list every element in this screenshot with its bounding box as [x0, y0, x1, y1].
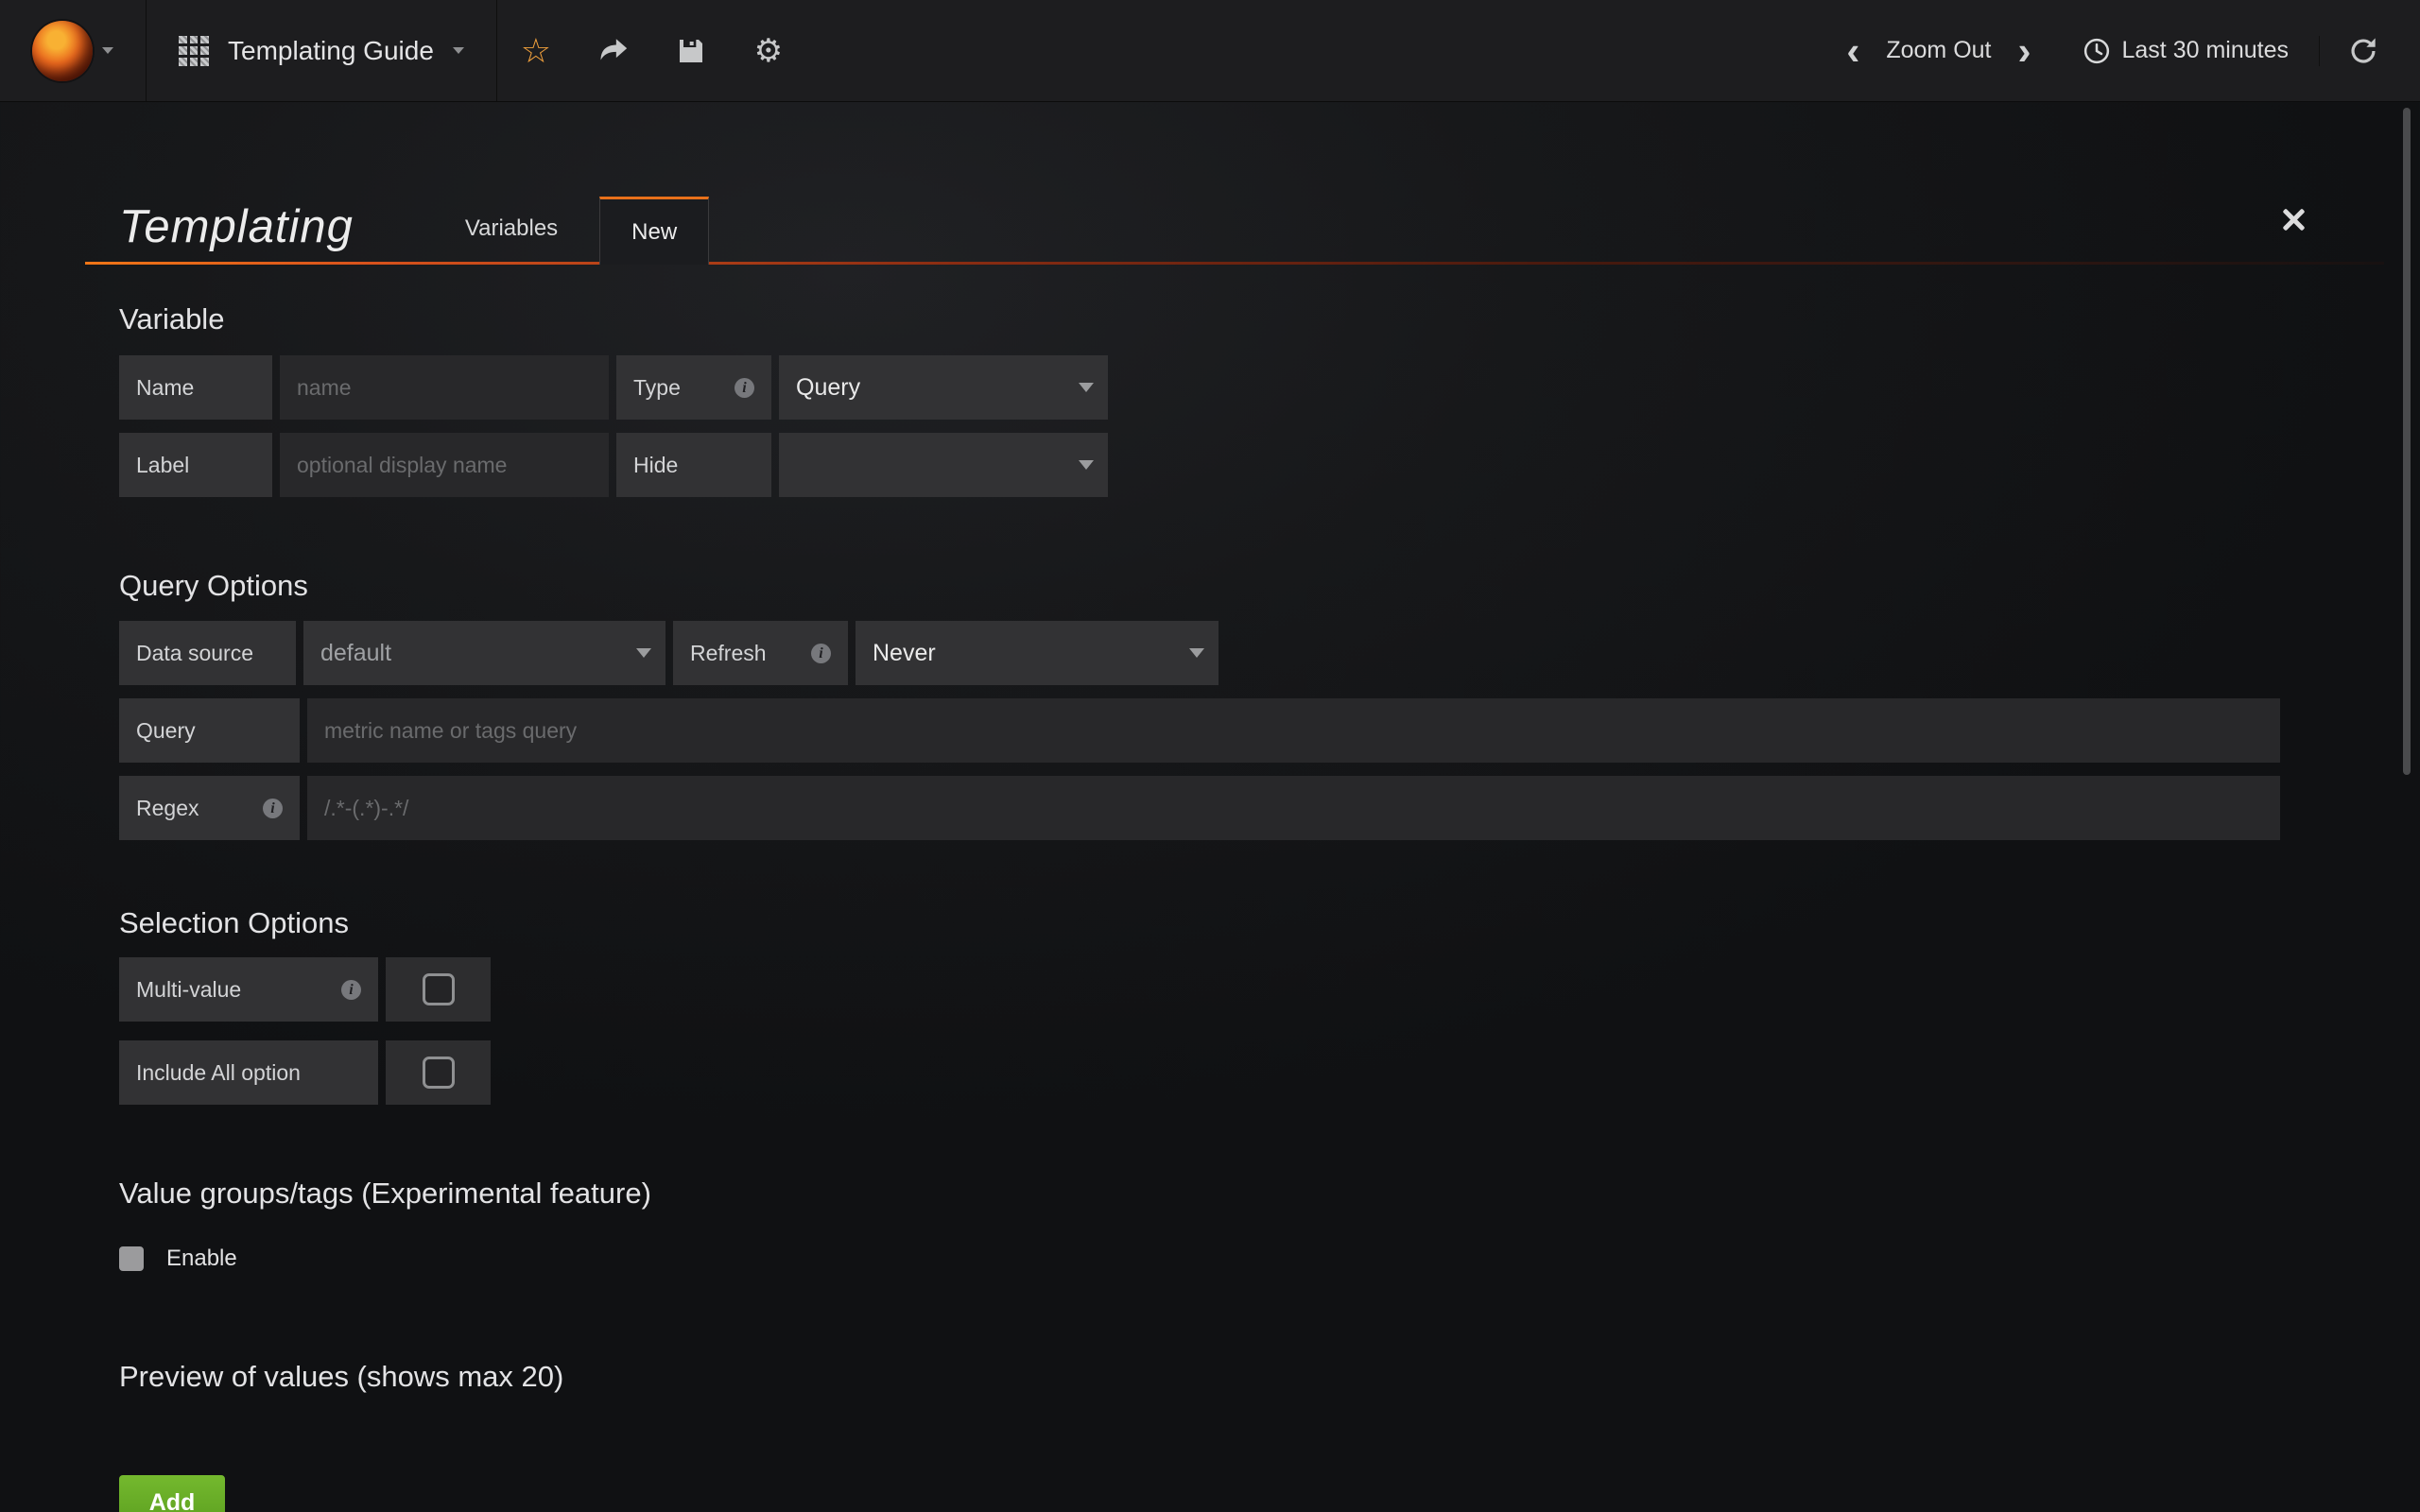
data-source-select-value: default — [320, 640, 391, 667]
include-all-label: Include All option — [119, 1040, 378, 1105]
share-icon — [597, 35, 630, 67]
label-label: Label — [119, 433, 272, 497]
templating-page: Templating Variables New Variable Name T… — [0, 189, 2420, 1512]
info-icon[interactable]: i — [341, 980, 361, 1000]
label-input[interactable] — [280, 433, 609, 497]
time-back-button[interactable]: ‹ — [1827, 31, 1878, 71]
multi-value-label-text: Multi-value — [136, 977, 241, 1003]
preview-heading: Preview of values (shows max 20) — [119, 1360, 2384, 1394]
navbar: Templating Guide ☆ ⚙ ‹ Zoom Out › Last 3… — [0, 0, 2420, 102]
regex-label-text: Regex — [136, 796, 199, 821]
add-button[interactable]: Add — [119, 1475, 225, 1512]
type-select[interactable]: Query — [779, 355, 1108, 420]
type-label: Type i — [616, 355, 771, 420]
value-groups-heading: Value groups/tags (Experimental feature) — [119, 1177, 2384, 1211]
enable-label: Enable — [166, 1246, 237, 1272]
tab-new[interactable]: New — [599, 197, 709, 265]
page-title: Templating — [119, 200, 354, 265]
refresh-label: Refresh i — [673, 621, 848, 685]
data-source-select[interactable]: default — [303, 621, 666, 685]
save-dashboard-button[interactable] — [652, 0, 730, 101]
multi-value-checkbox-cell — [386, 957, 491, 1022]
chevron-left-icon: ‹ — [1846, 28, 1859, 73]
refresh-select[interactable]: Never — [856, 621, 1219, 685]
templating-header: Templating Variables New — [85, 189, 2384, 265]
regex-label: Regex i — [119, 776, 300, 840]
query-input[interactable] — [307, 698, 2280, 763]
info-icon[interactable]: i — [735, 378, 754, 398]
grafana-menu-button[interactable] — [0, 0, 147, 101]
refresh-select-value: Never — [873, 640, 936, 667]
gear-icon: ⚙ — [754, 35, 783, 67]
chevron-down-icon — [1079, 383, 1094, 392]
enable-row: Enable — [119, 1246, 2384, 1271]
time-forward-button[interactable]: › — [1999, 31, 2050, 71]
type-select-value: Query — [796, 374, 860, 402]
star-icon: ☆ — [521, 34, 551, 68]
variable-section-heading: Variable — [119, 302, 2384, 336]
chevron-right-icon: › — [2018, 28, 2031, 73]
star-dashboard-button[interactable]: ☆ — [497, 0, 575, 101]
enable-checkbox[interactable] — [119, 1246, 144, 1271]
multi-value-checkbox[interactable] — [423, 973, 455, 1005]
time-range-button[interactable]: Last 30 minutes — [2050, 37, 2314, 65]
close-icon[interactable] — [2280, 206, 2307, 232]
dashboard-settings-button[interactable]: ⚙ — [730, 0, 807, 101]
clock-icon — [2083, 37, 2111, 65]
zoom-out-button[interactable]: Zoom Out — [1878, 37, 1998, 64]
dashboard-title-button[interactable]: Templating Guide — [147, 0, 497, 101]
chevron-down-icon — [453, 47, 464, 54]
refresh-icon — [2348, 36, 2378, 66]
include-all-checkbox[interactable] — [423, 1057, 455, 1089]
multi-value-label: Multi-value i — [119, 957, 378, 1022]
grafana-logo — [32, 21, 93, 81]
hide-label: Hide — [616, 433, 771, 497]
time-range-label: Last 30 minutes — [2122, 37, 2290, 64]
chevron-down-icon — [1189, 648, 1204, 658]
dashboard-grid-icon — [179, 36, 209, 66]
query-options-heading: Query Options — [119, 569, 2384, 603]
selection-options-form: Multi-value i Include All option — [119, 957, 2280, 1105]
regex-input[interactable] — [307, 776, 2280, 840]
refresh-button[interactable] — [2319, 36, 2378, 66]
refresh-label-text: Refresh — [690, 641, 767, 666]
selection-options-heading: Selection Options — [119, 906, 2384, 940]
chevron-down-icon — [1079, 460, 1094, 470]
name-input[interactable] — [280, 355, 609, 420]
dashboard-title: Templating Guide — [228, 36, 434, 66]
hide-select[interactable] — [779, 433, 1108, 497]
scrollbar[interactable] — [2403, 108, 2411, 775]
tab-variables[interactable]: Variables — [465, 215, 558, 265]
save-icon — [676, 36, 706, 66]
variable-form: Name Type i Query Label Hide — [119, 355, 2280, 497]
type-label-text: Type — [633, 375, 681, 401]
query-options-form: Data source default Refresh i Never Quer… — [119, 621, 2280, 840]
navbar-timepicker-group: ‹ Zoom Out › Last 30 minutes — [1827, 0, 2420, 101]
tab-underline — [85, 262, 2384, 265]
name-label: Name — [119, 355, 272, 420]
info-icon[interactable]: i — [263, 799, 283, 818]
share-dashboard-button[interactable] — [575, 0, 652, 101]
include-all-checkbox-cell — [386, 1040, 491, 1105]
info-icon[interactable]: i — [811, 644, 831, 663]
chevron-down-icon — [636, 648, 651, 658]
query-label: Query — [119, 698, 300, 763]
chevron-down-icon — [102, 47, 113, 54]
data-source-label: Data source — [119, 621, 296, 685]
